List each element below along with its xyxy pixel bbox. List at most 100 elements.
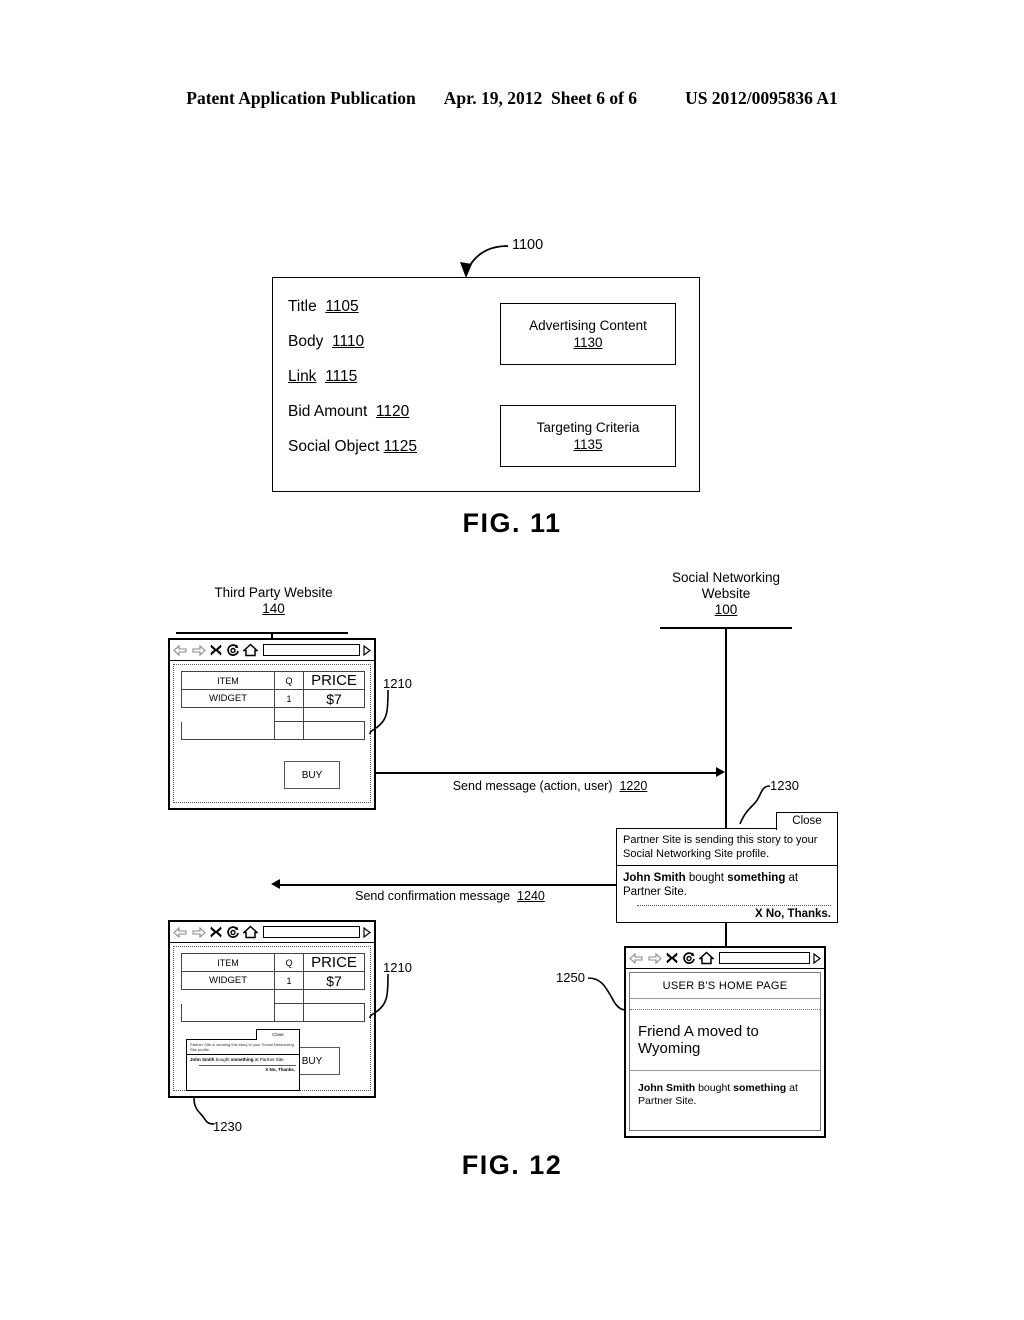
address-dropdown-icon[interactable]: [363, 926, 371, 938]
address-bar-input[interactable]: [263, 926, 360, 938]
fig11-advertising-content-title: Advertising Content: [529, 318, 647, 333]
fig11-field-social-object: Social Object 1125: [288, 438, 498, 456]
fig11-caption: FIG. 11: [462, 508, 562, 538]
home-icon[interactable]: [243, 643, 258, 657]
fig11-advertising-content-box: Advertising Content 1130: [500, 303, 676, 365]
forward-arrow-icon[interactable]: [191, 644, 206, 657]
address-bar-input[interactable]: [719, 952, 810, 964]
mini-dialog-decline-button[interactable]: X No, Thanks.: [187, 1067, 299, 1072]
cart-cell-price: $7: [303, 689, 365, 708]
fig11-field-body-ref: 1110: [331, 333, 365, 350]
lifeline-third-party-website: Third Party Website 140: [176, 585, 371, 617]
lifeline-social-name-line1: Social Networking: [671, 570, 781, 585]
reload-icon[interactable]: [682, 951, 696, 965]
fig11-field-title: Title 1105: [288, 298, 498, 316]
dialog-story: John Smith bought something at Partner S…: [617, 866, 837, 901]
header-date: Apr. 19, 2012: [443, 88, 543, 108]
browser-window-home-page[interactable]: USER B'S HOME PAGE Friend A moved to Wyo…: [624, 946, 826, 1138]
table-header-row: ITEM Q PRICE: [181, 953, 365, 972]
cart-cell-price: $7: [303, 971, 365, 990]
home-page-story-1: Friend A moved to Wyoming: [630, 1010, 820, 1071]
browser-toolbar[interactable]: [170, 640, 374, 661]
cart-leader-line-top: [369, 689, 389, 735]
table-row-empty: [181, 989, 365, 1004]
mini-dialog-story-tail: at Partner Site.: [253, 1057, 285, 1062]
dialog-close-label[interactable]: Close: [792, 815, 821, 827]
message-arrowhead-1240: [271, 879, 280, 889]
fig11-targeting-criteria-box: Targeting Criteria 1135: [500, 405, 676, 467]
shopping-cart-table-bottom: ITEM Q PRICE WIDGET 1 $7: [181, 953, 365, 1022]
home-page-story-2: John Smith bought something at Partner S…: [630, 1071, 820, 1114]
buy-button[interactable]: BUY: [284, 761, 340, 789]
message-1240-ref: 1240: [517, 889, 545, 903]
fig11-field-bid-amount: Bid Amount 1120: [288, 403, 498, 421]
cart-cell-quantity: 1: [274, 971, 304, 990]
forward-arrow-icon[interactable]: [191, 926, 206, 939]
message-label-1240: Send confirmation message 1240: [300, 889, 600, 903]
table-row: WIDGET 1 $7: [181, 689, 365, 708]
address-bar-input[interactable]: [263, 644, 360, 656]
table-row-empty: [181, 707, 365, 722]
home-page-reference-number: 1250: [556, 970, 585, 985]
reload-icon[interactable]: [226, 925, 240, 939]
fig11-field-bid-amount-label: Bid Amount: [288, 403, 368, 420]
forward-arrow-icon[interactable]: [647, 952, 662, 965]
message-arrow-1220: [376, 772, 716, 774]
home-icon[interactable]: [699, 951, 714, 965]
address-dropdown-icon[interactable]: [813, 952, 821, 964]
reload-icon[interactable]: [226, 643, 240, 657]
close-x-icon[interactable]: [665, 951, 679, 965]
dialog-decline-button[interactable]: X No, Thanks.: [617, 908, 837, 924]
fig11-field-link: Link 1115: [288, 368, 498, 386]
back-arrow-icon[interactable]: [173, 644, 188, 657]
mini-dialog-prompt: Partner Site is sending this story to yo…: [187, 1040, 299, 1055]
page-header: Patent Application Publication Apr. 19, …: [0, 88, 1024, 109]
fig11-targeting-criteria-title: Targeting Criteria: [536, 420, 640, 435]
fig11-field-body-label: Body: [288, 333, 324, 350]
fig11-field-title-ref: 1105: [325, 298, 359, 315]
fig11-field-title-label: Title: [288, 298, 317, 315]
mini-dialog-story-user: John Smith: [190, 1057, 215, 1062]
address-dropdown-icon[interactable]: [363, 644, 371, 656]
fig11-field-list: Title 1105 Body 1110 Link 1115 Bid Amoun…: [288, 298, 498, 473]
browser-toolbar-home[interactable]: [626, 948, 824, 969]
dialog-close-tab[interactable]: Close: [776, 812, 838, 830]
fig11-field-link-label: Link: [288, 368, 317, 385]
mini-dialog-close-tab[interactable]: Close: [256, 1029, 300, 1040]
lifeline-third-party-bar: [176, 632, 348, 634]
browser-viewport-bottom: ITEM Q PRICE WIDGET 1 $7 BUY Close Partn…: [173, 946, 371, 1091]
cart-header-price: PRICE: [303, 953, 365, 972]
fig11-field-body: Body 1110: [288, 333, 498, 351]
message-1220-text: Send message (action, user): [452, 779, 613, 793]
fig11-field-social-object-ref: 1125: [383, 438, 417, 455]
lifeline-social-networking-website: Social Networking Website 100: [626, 570, 826, 618]
cart-header-item: ITEM: [181, 953, 275, 972]
back-arrow-icon[interactable]: [629, 952, 644, 965]
dialog-prompt-line2: Social Networking Site profile.: [623, 847, 770, 860]
notification-dialog-1230: Partner Site is sending this story to yo…: [616, 828, 838, 923]
mini-dialog-story: John Smith bought something at Partner S…: [187, 1055, 299, 1063]
fig11-field-link-ref: 1115: [325, 368, 358, 385]
fig11-advertising-content-ref: 1130: [573, 335, 603, 350]
mini-dialog-close-label[interactable]: Close: [272, 1032, 284, 1037]
mini-dialog-story-object: something: [230, 1057, 254, 1062]
mini-dialog-story-verb: bought: [214, 1057, 231, 1062]
fig11-field-social-object-label: Social Object: [288, 438, 380, 455]
back-arrow-icon[interactable]: [173, 926, 188, 939]
table-row-empty2: [181, 721, 365, 740]
home-icon[interactable]: [243, 925, 258, 939]
mini-notification-dialog-1230: Partner Site is sending this story to yo…: [186, 1039, 300, 1091]
shopping-cart-table: ITEM Q PRICE WIDGET 1 $7: [181, 671, 365, 740]
close-x-icon[interactable]: [209, 643, 223, 657]
home-page-story-2-verb: bought: [695, 1082, 734, 1094]
close-x-icon[interactable]: [209, 925, 223, 939]
browser-window-cart-bottom[interactable]: ITEM Q PRICE WIDGET 1 $7 BUY Close Partn…: [168, 920, 376, 1098]
browser-window-cart-top[interactable]: ITEM Q PRICE WIDGET 1 $7 BUY: [168, 638, 376, 810]
message-1220-ref: 1220: [619, 779, 648, 793]
cart-leader-line-bottom: [369, 973, 389, 1019]
browser-toolbar-bottom[interactable]: [170, 922, 374, 943]
cart-cell-item: WIDGET: [181, 689, 275, 708]
message-label-1220: Send message (action, user) 1220: [400, 779, 700, 793]
home-page-spacer: [630, 999, 820, 1010]
cart-cell-quantity: 1: [274, 689, 304, 708]
